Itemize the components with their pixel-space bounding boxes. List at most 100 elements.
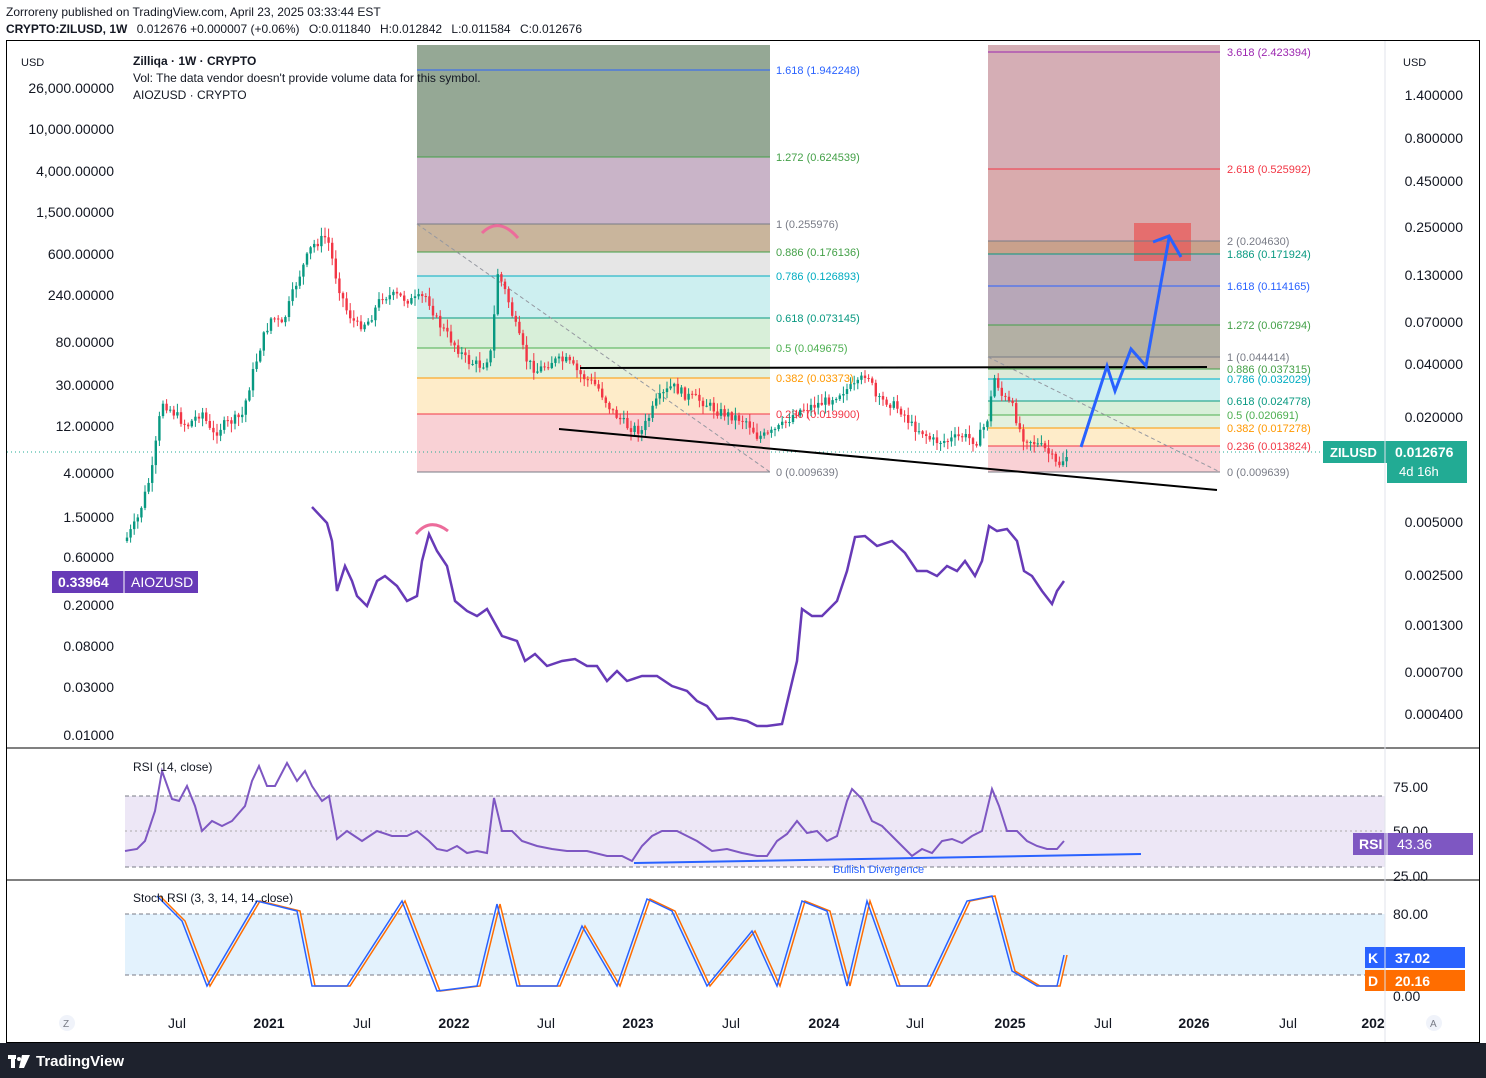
candle-body: [1000, 387, 1003, 396]
candle-body: [892, 401, 895, 408]
candle-body: [748, 421, 751, 428]
candle-body: [665, 388, 669, 393]
candle-body: [835, 399, 838, 401]
left-price-axis[interactable]: USD 26,000.00000 10,000.00000 4,000.00000 1,…: [21, 57, 114, 743]
candle-body: [608, 402, 611, 410]
right-axis-tick: 0.000700: [1405, 664, 1464, 680]
candle-body: [824, 397, 827, 405]
time-axis-label: Jul: [722, 1015, 740, 1031]
candle-body: [921, 431, 924, 435]
candle-body: [511, 302, 514, 316]
candle-body: [1025, 441, 1029, 443]
open-value: O:0.011840: [308, 22, 371, 36]
left-axis-tick: 0.01000: [63, 727, 114, 743]
fib-left-label: 0.886 (0.176136): [776, 247, 860, 259]
candle-body: [349, 310, 352, 319]
candle-body: [752, 427, 755, 433]
candle-body: [867, 378, 870, 380]
candle-body: [961, 436, 964, 438]
candle-body: [914, 421, 917, 433]
candle-body: [597, 384, 600, 389]
candle-body: [125, 537, 129, 541]
publish-info: Zorroreny published on TradingView.com, …: [6, 5, 381, 19]
candle-body: [554, 358, 557, 363]
candle-body: [737, 415, 741, 421]
fib-right-label: 2 (0.204630): [1227, 236, 1289, 248]
candle-body: [964, 433, 967, 438]
right-axis-tick: 0.800000: [1405, 130, 1464, 146]
candle-body: [698, 394, 701, 401]
time-axis-label: 2026: [1178, 1015, 1209, 1031]
candle-body: [910, 421, 913, 423]
candle-body: [277, 318, 280, 320]
candle-body: [971, 438, 975, 444]
candle-body: [395, 291, 399, 294]
candle-body: [212, 427, 215, 433]
candle-body: [421, 294, 424, 297]
price-badge-value: 0.012676: [1395, 444, 1454, 460]
candle-body: [183, 423, 186, 425]
chart-canvas[interactable]: 1.618 (1.942248) 1.272 (0.624539) 1 (0.255…: [7, 41, 1479, 1042]
candle-body: [356, 320, 359, 322]
candle-body: [1007, 396, 1011, 401]
fib-left-label: 0.382 (0.03373): [776, 373, 854, 385]
candle-body: [957, 434, 960, 437]
candle-body: [766, 432, 769, 434]
candle-body: [190, 420, 193, 427]
candle-body: [219, 429, 222, 436]
stoch-tick-80: 80.00: [1393, 906, 1428, 922]
candle-body: [345, 298, 348, 311]
resistance-line[interactable]: [579, 366, 1208, 369]
candle-body: [986, 421, 989, 428]
candle-body: [928, 435, 931, 440]
legend-compare: AIOZUSD · CRYPTO: [133, 88, 247, 102]
fib-right-label: 3.618 (2.423394): [1227, 47, 1311, 59]
candle-body: [1051, 453, 1054, 455]
candle-body: [241, 414, 244, 418]
candle-body: [446, 327, 449, 332]
tradingview-logo[interactable]: TradingView: [8, 1053, 124, 1070]
target-zone[interactable]: [1134, 223, 1191, 261]
candle-body: [975, 443, 978, 446]
candle-body: [899, 408, 903, 415]
candle-body: [813, 404, 816, 408]
top-arc-aioz[interactable]: [414, 523, 449, 535]
fib-left-label: 1 (0.255976): [776, 219, 838, 231]
right-axis-tick: 0.040000: [1405, 356, 1464, 372]
candle-body: [791, 415, 795, 423]
candle-body: [388, 295, 391, 300]
candle-body: [687, 393, 690, 400]
fib-left-label: 0.618 (0.073145): [776, 313, 860, 325]
candle-body: [838, 395, 841, 400]
fib-right-label: 1.886 (0.171924): [1227, 249, 1311, 261]
candle-body: [647, 417, 651, 421]
candle-body: [500, 274, 503, 282]
aiozusd-line[interactable]: [311, 506, 1066, 728]
candle-body: [205, 412, 208, 422]
candle-body: [658, 393, 661, 399]
time-axis[interactable]: Jul 2021 Jul 2022 Jul 2023 Jul 2024 Jul 2025 Jul 20…: [168, 1015, 1385, 1031]
candle-body: [917, 431, 921, 433]
right-price-axis[interactable]: USD 1.400000 0.800000 0.450000 0.250000 0.130…: [1403, 57, 1463, 722]
fib-left-label: 1.272 (0.624539): [776, 152, 860, 164]
candle-body: [989, 396, 993, 422]
right-axis-tick: 0.020000: [1405, 409, 1464, 425]
time-axis-label: Jul: [353, 1015, 371, 1031]
candle-body: [370, 320, 373, 322]
fib-right-label: 1.272 (0.067294): [1227, 320, 1311, 332]
time-axis-label: 202: [1361, 1015, 1385, 1031]
divergence-label: Bullish Divergence: [833, 864, 924, 876]
low-value: L:0.011584: [451, 22, 511, 36]
candle-body: [683, 387, 687, 400]
fib-extension-right[interactable]: [988, 45, 1220, 472]
candle-body: [331, 242, 334, 259]
candle-body: [467, 355, 471, 365]
candle-body: [626, 417, 629, 429]
rsi-title: RSI (14, close): [133, 760, 212, 774]
candle-body: [827, 397, 831, 405]
rsi-tick-25: 25.00: [1393, 868, 1428, 884]
legend-vol-note: Vol: The data vendor doesn't provide vol…: [133, 71, 481, 85]
chart-area[interactable]: 1.618 (1.942248) 1.272 (0.624539) 1 (0.255…: [6, 40, 1480, 1043]
candle-body: [997, 378, 1000, 388]
autoscale-icon-label: A: [1430, 1019, 1437, 1030]
